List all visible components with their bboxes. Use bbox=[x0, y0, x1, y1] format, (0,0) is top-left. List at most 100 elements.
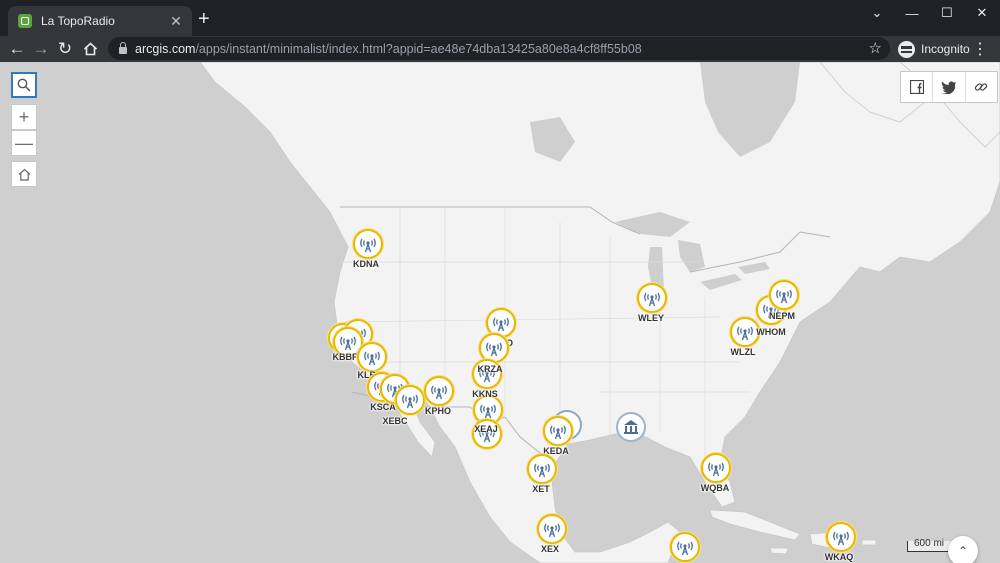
close-window-button[interactable]: ✕ bbox=[965, 0, 999, 26]
radio-antenna-icon bbox=[550, 425, 566, 440]
collapse-panel-button[interactable]: ⌃ bbox=[948, 536, 978, 563]
radio-antenna-icon bbox=[833, 531, 849, 546]
radio-antenna-icon bbox=[737, 326, 753, 341]
twitter-share-button[interactable] bbox=[932, 72, 964, 102]
browser-menu-icon[interactable]: ⋮ bbox=[972, 39, 988, 59]
station-marker[interactable] bbox=[701, 453, 731, 483]
incognito-profile-button[interactable]: Incognito bbox=[898, 38, 970, 60]
station-marker[interactable] bbox=[353, 229, 383, 259]
close-tab-icon[interactable]: ✕ bbox=[168, 13, 184, 30]
back-button[interactable]: ← bbox=[6, 38, 28, 60]
zoom-out-button[interactable]: — bbox=[11, 130, 37, 156]
station-marker-ring bbox=[424, 376, 454, 406]
twitter-icon bbox=[941, 81, 956, 94]
new-tab-button[interactable]: + bbox=[198, 9, 210, 29]
station-label: KPHO bbox=[424, 406, 452, 416]
station-marker[interactable] bbox=[395, 385, 425, 415]
radio-antenna-icon bbox=[708, 462, 724, 477]
minimize-window-button[interactable]: — bbox=[895, 0, 929, 26]
profile-label: Incognito bbox=[921, 42, 970, 56]
station-marker-ring bbox=[543, 416, 573, 446]
land-north-america bbox=[199, 62, 1000, 563]
station-label: KDNA bbox=[353, 259, 379, 269]
radio-antenna-icon bbox=[431, 385, 447, 400]
station-marker-ring bbox=[670, 532, 700, 562]
facebook-icon bbox=[909, 80, 924, 94]
radio-antenna-icon bbox=[493, 317, 509, 332]
radio-antenna-icon bbox=[480, 404, 496, 419]
station-label: XEBC bbox=[382, 416, 408, 426]
cuba bbox=[709, 509, 801, 541]
station-marker[interactable] bbox=[357, 342, 387, 372]
station-label: WLEY bbox=[638, 313, 664, 323]
maximize-window-button[interactable]: ☐ bbox=[930, 0, 964, 26]
copy-link-button[interactable] bbox=[964, 72, 997, 102]
station-marker[interactable] bbox=[543, 416, 573, 446]
station-marker[interactable] bbox=[537, 514, 567, 544]
station-marker-ring bbox=[826, 522, 856, 552]
radio-antenna-icon bbox=[776, 289, 792, 304]
home-button[interactable] bbox=[79, 38, 101, 60]
address-bar[interactable]: arcgis.com/apps/instant/minimalist/index… bbox=[108, 37, 890, 60]
station-marker[interactable] bbox=[730, 317, 760, 347]
station-marker[interactable] bbox=[424, 376, 454, 406]
station-marker-ring bbox=[537, 514, 567, 544]
radio-antenna-icon bbox=[677, 541, 693, 556]
radio-antenna-icon bbox=[644, 292, 660, 307]
station-label: KBBF bbox=[332, 352, 358, 362]
station-marker[interactable] bbox=[479, 333, 509, 363]
radio-antenna-icon bbox=[360, 238, 376, 253]
lock-icon[interactable] bbox=[119, 42, 127, 54]
forward-button[interactable]: → bbox=[30, 38, 52, 60]
station-marker-ring bbox=[395, 385, 425, 415]
station-marker[interactable] bbox=[637, 283, 667, 313]
zoom-out-icon: — bbox=[15, 132, 33, 153]
station-marker[interactable] bbox=[670, 532, 700, 562]
link-icon bbox=[975, 83, 988, 91]
site-favicon-icon bbox=[18, 14, 32, 28]
station-label: WLZL bbox=[730, 347, 756, 357]
radio-antenna-icon bbox=[364, 351, 380, 366]
default-extent-button[interactable] bbox=[11, 161, 37, 187]
puerto-rico bbox=[861, 539, 877, 546]
browser-tab[interactable]: La TopoRadio ✕ bbox=[8, 6, 192, 36]
radio-antenna-icon bbox=[486, 342, 502, 357]
station-marker[interactable] bbox=[486, 308, 516, 338]
station-marker-ring bbox=[357, 342, 387, 372]
radio-antenna-icon bbox=[402, 394, 418, 409]
home-icon bbox=[83, 42, 97, 56]
zoom-in-button[interactable]: + bbox=[11, 104, 37, 130]
station-label: KKNS bbox=[472, 389, 498, 399]
reload-button[interactable]: ↻ bbox=[54, 38, 76, 60]
url-text: arcgis.com/apps/instant/minimalist/index… bbox=[135, 41, 642, 56]
home-icon bbox=[18, 168, 30, 181]
search-button[interactable] bbox=[11, 72, 37, 98]
station-marker[interactable] bbox=[826, 522, 856, 552]
radio-antenna-icon bbox=[534, 463, 550, 478]
tab-strip: La TopoRadio ✕ + ⌄ — ☐ ✕ bbox=[0, 0, 1000, 36]
station-marker-ring bbox=[701, 453, 731, 483]
map-view[interactable]: + — KDNA KBBF KLBN KSCA XEBC KPHO KRZA K… bbox=[0, 62, 1000, 563]
radio-antenna-icon bbox=[544, 523, 560, 538]
station-marker-ring bbox=[769, 280, 799, 310]
tab-search-chevron-icon[interactable]: ⌄ bbox=[860, 0, 894, 26]
incognito-icon bbox=[898, 40, 915, 58]
bookmark-star-icon[interactable]: ☆ bbox=[869, 39, 882, 57]
share-toolbar bbox=[900, 71, 998, 103]
search-icon bbox=[17, 78, 31, 92]
station-marker-ring bbox=[353, 229, 383, 259]
station-label: WKAQ bbox=[824, 552, 854, 562]
facebook-share-button[interactable] bbox=[901, 72, 932, 102]
station-marker[interactable] bbox=[769, 280, 799, 310]
station-label: XET bbox=[532, 484, 550, 494]
station-marker[interactable] bbox=[527, 454, 557, 484]
station-label: WQBA bbox=[700, 483, 730, 493]
museum-marker[interactable] bbox=[616, 412, 646, 442]
chevron-up-icon: ⌃ bbox=[957, 544, 969, 558]
scale-label: 600 mi bbox=[914, 538, 945, 549]
museum-icon bbox=[624, 420, 638, 434]
station-label: XEAJ bbox=[474, 424, 498, 434]
station-label: XEX bbox=[540, 544, 560, 554]
station-label: NEPM bbox=[768, 311, 796, 321]
tab-title: La TopoRadio bbox=[41, 14, 115, 28]
